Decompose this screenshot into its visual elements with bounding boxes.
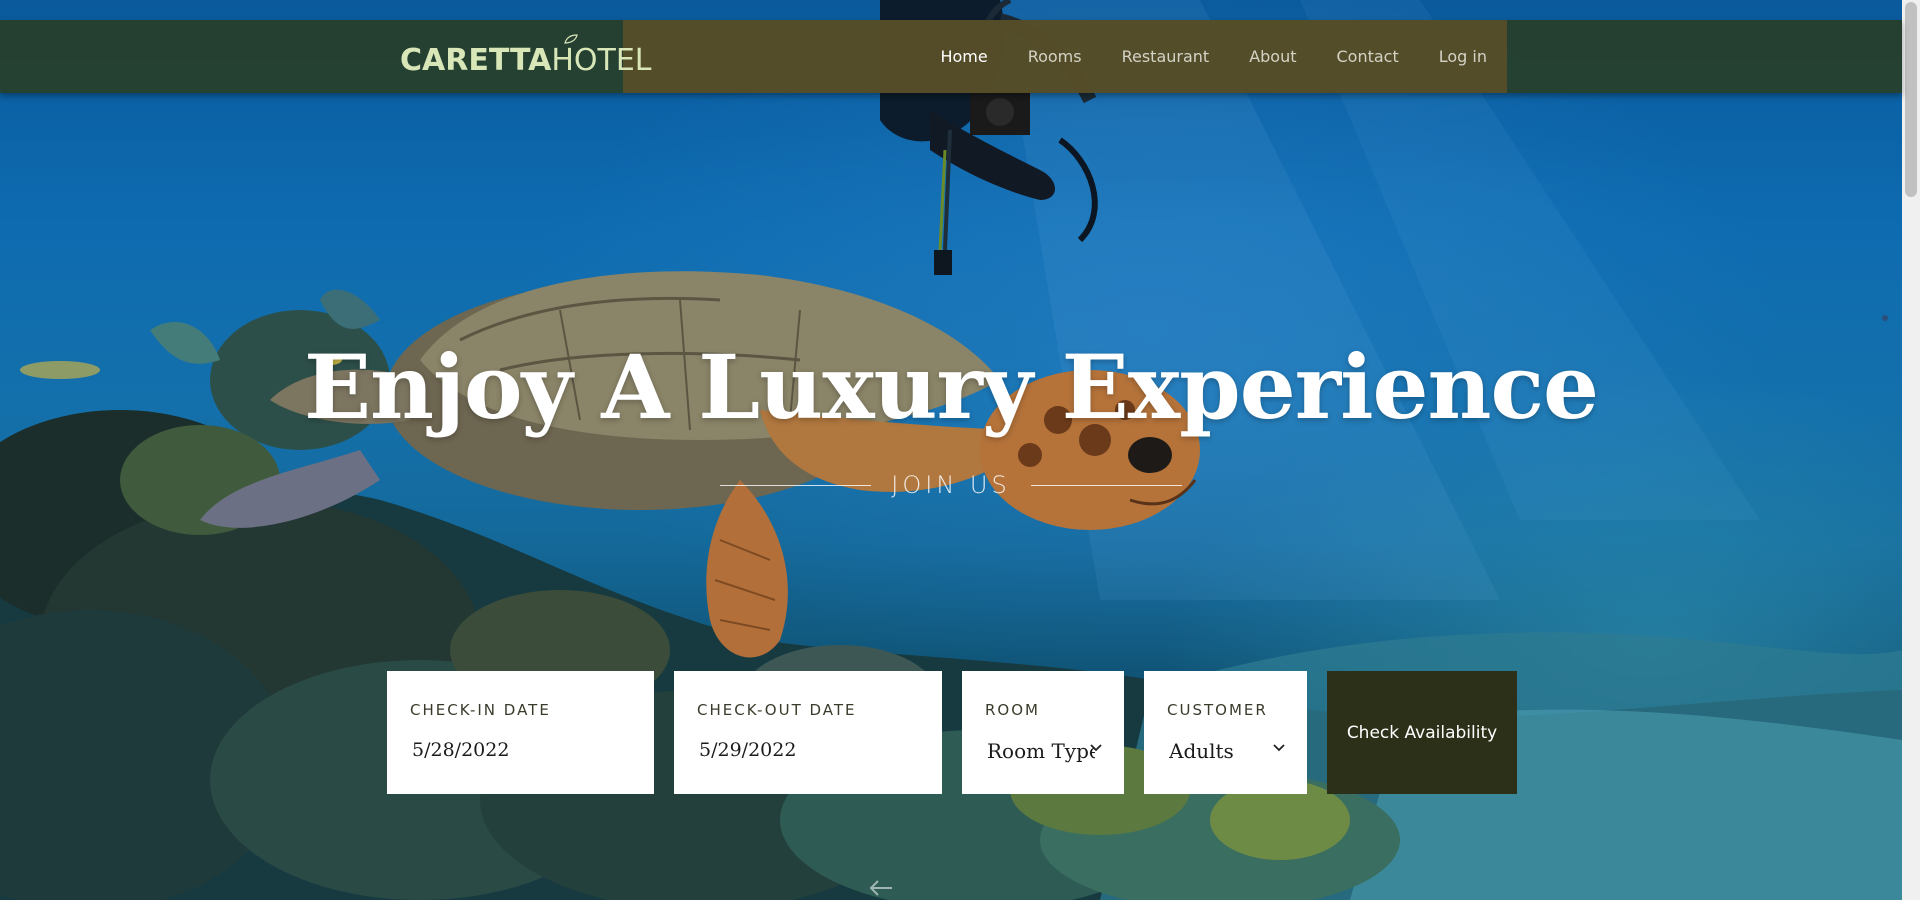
nav-item-home[interactable]: Home — [920, 47, 1007, 66]
room-label: ROOM — [985, 701, 1040, 719]
checkin-date-label: CHECK-IN DATE — [410, 701, 551, 719]
room-type-value[interactable]: Room Type — [987, 739, 1095, 763]
hero-title: Enjoy A Luxury Experience — [303, 335, 1599, 439]
page: CARETTA HOTEL Home Rooms Restaurant Abou… — [0, 0, 1920, 924]
nav-item-about[interactable]: About — [1229, 47, 1316, 66]
main-nav: Home Rooms Restaurant About Contact Log … — [920, 20, 1507, 93]
checkin-date-value[interactable]: 5/28/2022 — [412, 739, 509, 761]
chevron-down-icon[interactable] — [1272, 743, 1286, 753]
page-bottom-strip — [0, 900, 1920, 924]
hero-subtitle: JOIN US — [891, 471, 1011, 499]
leaf-icon — [564, 34, 578, 44]
checkout-date-value[interactable]: 5/29/2022 — [699, 739, 796, 761]
hotel-logo[interactable]: CARETTA HOTEL — [400, 34, 652, 78]
checkout-date-label: CHECK-OUT DATE — [697, 701, 857, 719]
arrow-left-icon[interactable] — [868, 878, 894, 898]
logo-text-bold: CARETTA — [400, 43, 552, 78]
subtitle-divider-left — [720, 484, 872, 486]
customer-value[interactable]: Adults — [1169, 739, 1234, 763]
chevron-down-icon[interactable] — [1089, 743, 1103, 753]
checkin-date-field[interactable]: CHECK-IN DATE 5/28/2022 — [387, 671, 654, 794]
check-availability-button[interactable]: Check Availability — [1327, 671, 1517, 794]
nav-item-login[interactable]: Log in — [1419, 47, 1507, 66]
nav-item-contact[interactable]: Contact — [1317, 47, 1419, 66]
logo-text-light: HOTEL — [551, 43, 652, 78]
hero-background-image — [0, 0, 1902, 900]
customer-label: CUSTOMER — [1167, 701, 1268, 719]
nav-item-restaurant[interactable]: Restaurant — [1102, 47, 1230, 66]
hero-subtitle-row: JOIN US — [720, 470, 1182, 500]
subtitle-divider-right — [1030, 484, 1182, 486]
room-type-select[interactable]: ROOM Room Type — [962, 671, 1124, 794]
scrollbar-thumb[interactable] — [1905, 2, 1917, 197]
nav-item-rooms[interactable]: Rooms — [1008, 47, 1102, 66]
underwater-scene-illustration — [0, 0, 1902, 900]
checkout-date-field[interactable]: CHECK-OUT DATE 5/29/2022 — [674, 671, 942, 794]
customer-select[interactable]: CUSTOMER Adults — [1144, 671, 1307, 794]
